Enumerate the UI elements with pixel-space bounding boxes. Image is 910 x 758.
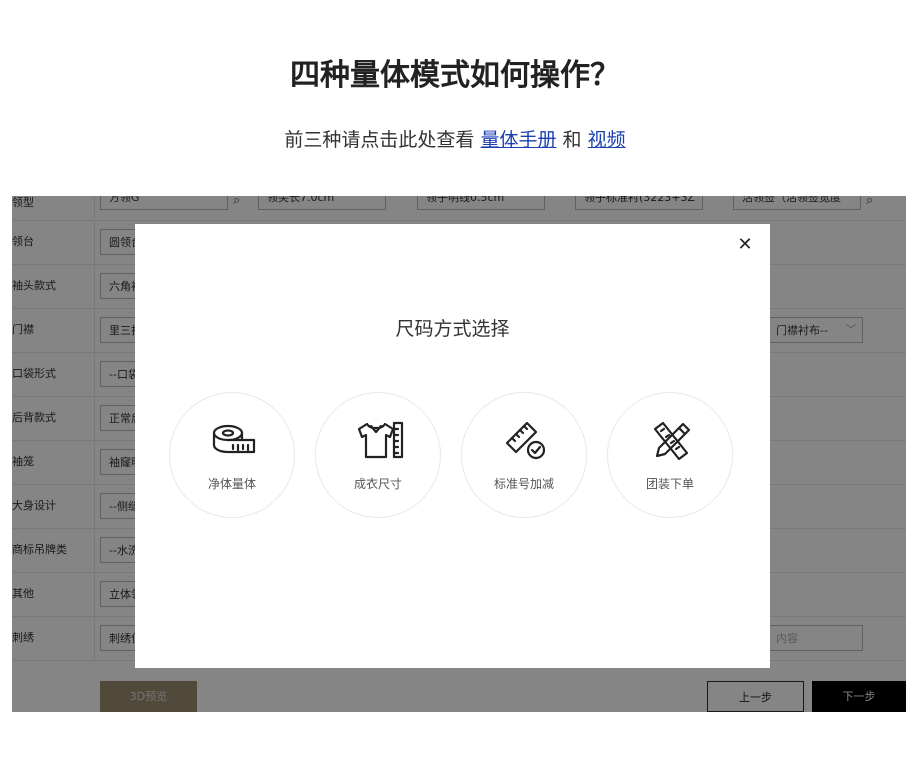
- option-garment-size[interactable]: 成衣尺寸: [315, 392, 441, 518]
- help-line: 前三种请点击此处查看 量体手册 和 视频: [0, 125, 910, 152]
- option-group-order[interactable]: 团装下单: [607, 392, 733, 518]
- shirt-ruler-icon: [357, 421, 404, 459]
- pencil-ruler-icon: [653, 421, 691, 461]
- option-label: 团装下单: [645, 477, 694, 491]
- and-text: 和: [562, 129, 582, 151]
- ruler-check-icon: [505, 421, 546, 460]
- option-label: 标准号加减: [493, 477, 554, 491]
- tape-measure-icon: [212, 424, 256, 454]
- option-label: 成衣尺寸: [353, 477, 402, 491]
- option-body-measure[interactable]: 净体量体: [169, 392, 295, 518]
- page-title: 四种量体模式如何操作？: [290, 58, 620, 93]
- size-mode-modal: ✕ 尺码方式选择 净体量体 成衣尺寸 标准号加减 团装下单: [135, 224, 770, 668]
- help-prefix: 前三种请点击此处查看: [284, 129, 475, 151]
- option-label: 净体量体: [207, 477, 256, 491]
- manual-link[interactable]: 量体手册: [480, 129, 556, 151]
- option-standard-adjust[interactable]: 标准号加减: [461, 392, 587, 518]
- video-link[interactable]: 视频: [588, 129, 626, 151]
- close-icon[interactable]: ✕: [734, 234, 756, 256]
- modal-title: 尺码方式选择: [395, 318, 510, 340]
